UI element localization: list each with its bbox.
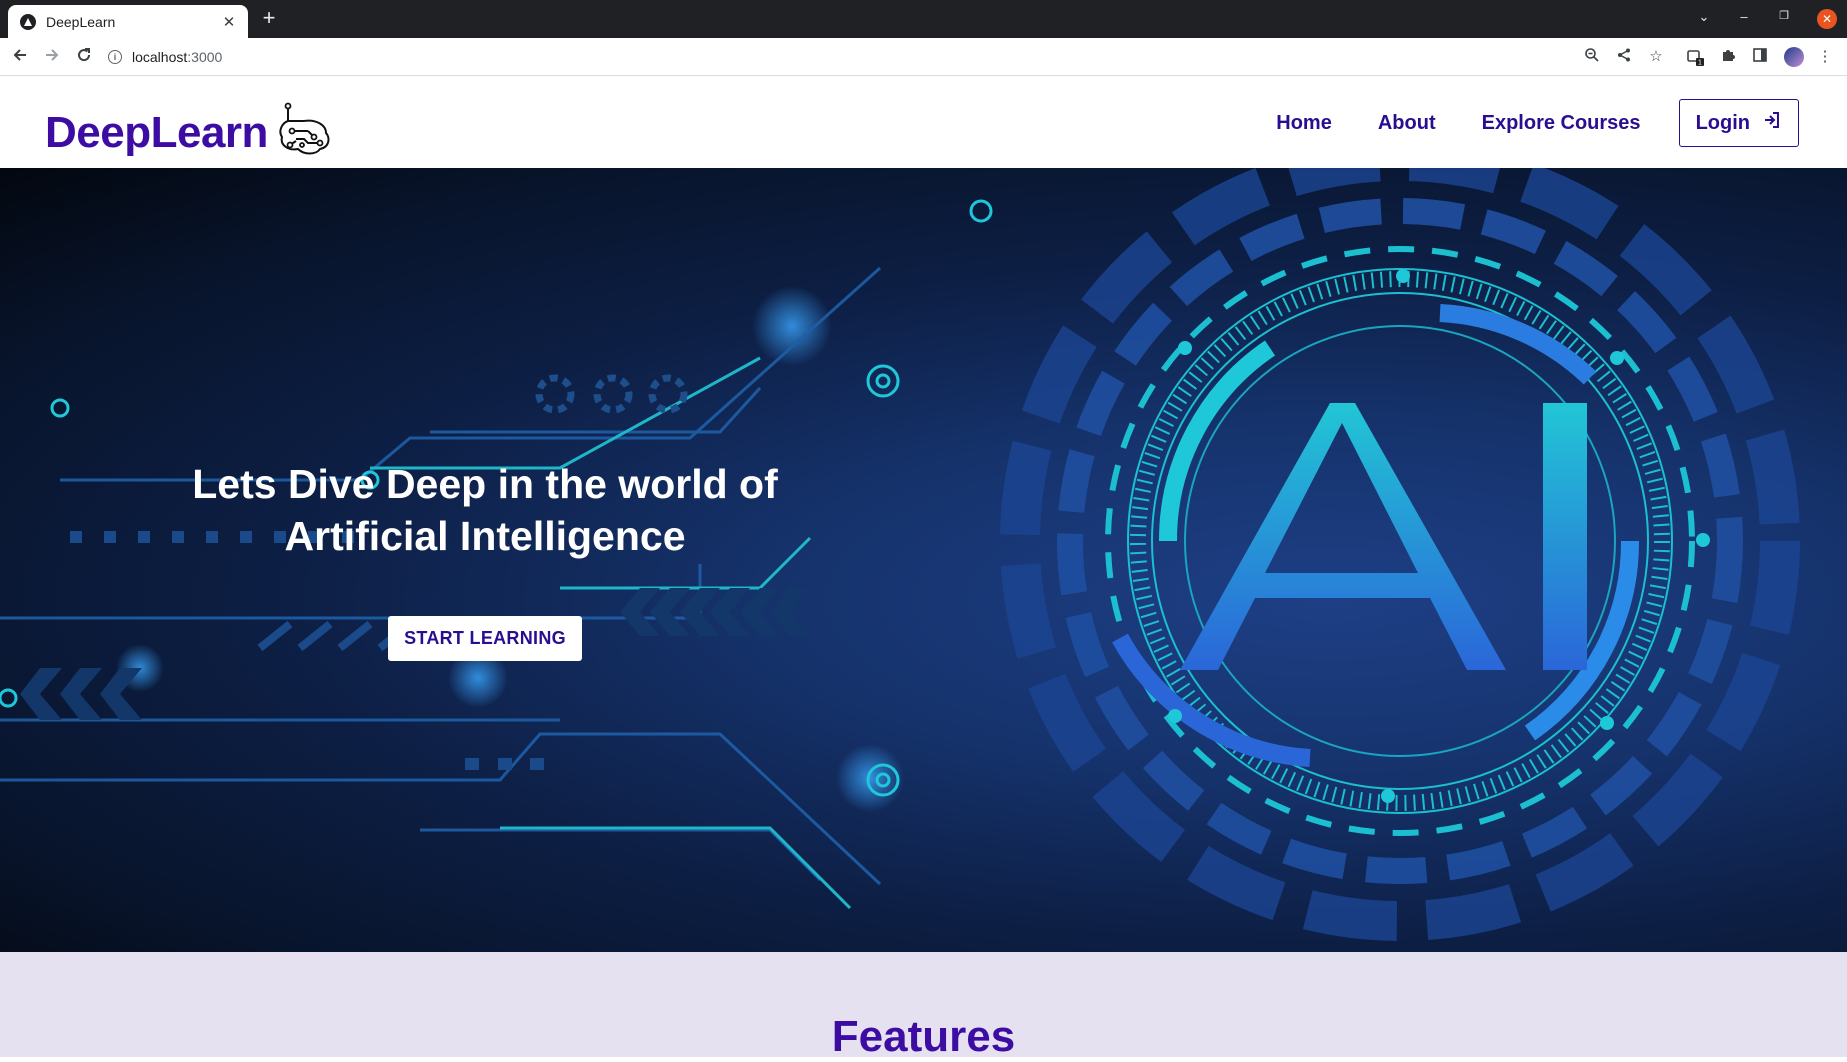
minimize-icon[interactable]: –	[1734, 9, 1754, 24]
reload-icon[interactable]	[73, 46, 95, 68]
tab-favicon-icon	[20, 13, 36, 30]
logo-text: DeepLearn	[45, 107, 268, 157]
tab-title: DeepLearn	[46, 13, 116, 30]
hero-title-line1: Lets Dive Deep in the world of	[192, 461, 778, 507]
puzzle-icon[interactable]	[1718, 47, 1738, 67]
url-host: localhost	[132, 49, 188, 65]
features-title: Features	[831, 1012, 1016, 1061]
hero-section: AI Lets Dive Deep in the world of Artifi…	[0, 168, 1847, 952]
profile-avatar[interactable]	[1784, 47, 1804, 67]
login-enter-icon	[1762, 110, 1782, 136]
features-section: Features	[0, 952, 1847, 1061]
extension-icon[interactable]: 1	[1686, 47, 1706, 67]
zoom-icon[interactable]	[1582, 47, 1602, 67]
tab-close-icon[interactable]: ✕	[220, 13, 238, 31]
browser-toolbar: i localhost :3000 ☆ 1 ⋮	[0, 38, 1847, 76]
hero-title-line2: Artificial Intelligence	[284, 513, 686, 559]
login-label: Login	[1695, 111, 1750, 134]
browser-tab[interactable]: DeepLearn ✕	[8, 5, 248, 38]
address-bar[interactable]: i localhost :3000	[108, 42, 1598, 72]
start-learning-button[interactable]: START LEARNING	[388, 616, 582, 661]
back-arrow-icon[interactable]	[9, 46, 31, 68]
site-header: DeepLearn Home About Explore Courses Log…	[0, 77, 1847, 168]
main-nav: Home About Explore Courses Login	[1276, 99, 1799, 147]
sidepanel-icon[interactable]	[1750, 47, 1770, 67]
share-icon[interactable]	[1614, 47, 1634, 67]
nav-about[interactable]: About	[1378, 112, 1436, 135]
info-icon[interactable]: i	[108, 50, 122, 64]
tab-search-icon[interactable]: ⌄	[1694, 9, 1714, 25]
menu-icon[interactable]: ⋮	[1815, 47, 1835, 67]
circuit-brain-icon	[274, 101, 334, 164]
url-port: :3000	[187, 49, 223, 65]
nav-explore-courses[interactable]: Explore Courses	[1482, 112, 1641, 135]
restore-icon[interactable]: ❐	[1774, 9, 1794, 22]
forward-arrow-icon[interactable]	[41, 46, 63, 68]
new-tab-button[interactable]: +	[258, 7, 280, 30]
nav-home[interactable]: Home	[1276, 112, 1332, 135]
site-logo[interactable]: DeepLearn	[45, 101, 334, 164]
extension-badge: 1	[1698, 60, 1702, 67]
star-icon[interactable]: ☆	[1646, 47, 1666, 67]
hero-title: Lets Dive Deep in the world of Artificia…	[150, 458, 820, 562]
login-button[interactable]: Login	[1678, 99, 1799, 147]
browser-tab-strip: DeepLearn ✕ + ⌄ – ❐ ✕	[0, 0, 1847, 38]
close-window-icon[interactable]: ✕	[1817, 9, 1837, 29]
